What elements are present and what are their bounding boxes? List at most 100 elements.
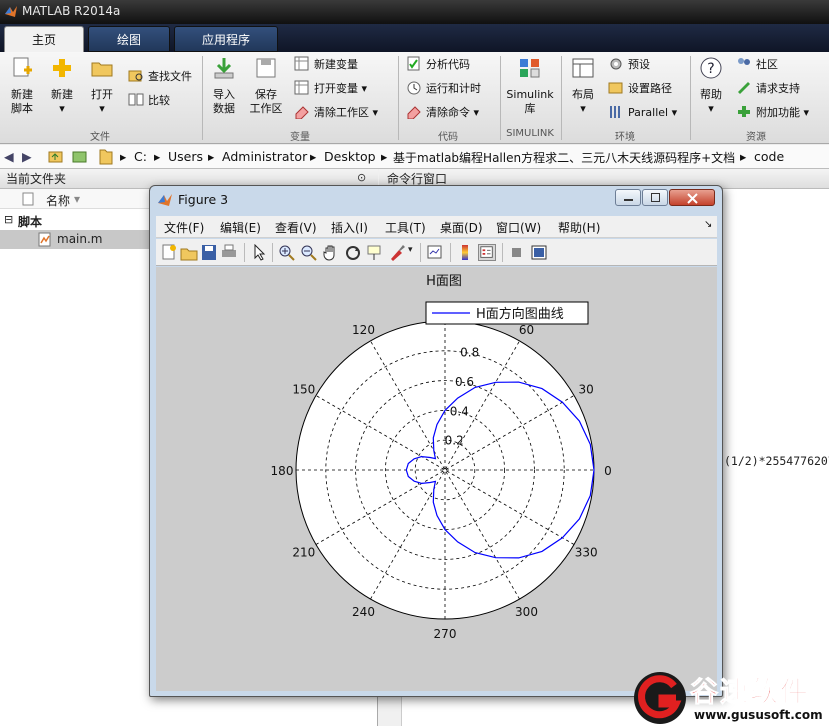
import-arrow-icon	[214, 58, 234, 79]
add-ons-button[interactable]: 附加功能 ▾	[736, 104, 809, 122]
save-workspace-button[interactable]: 保存 工作区	[246, 56, 286, 116]
panel-menu-icon[interactable]: ⊙	[357, 171, 366, 184]
group-simulink-label: SIMULINK	[506, 128, 554, 139]
community-button[interactable]: 社区	[736, 56, 778, 74]
open-variable-button[interactable]: 打开变量 ▾	[294, 80, 367, 98]
data-cursor-icon[interactable]	[366, 244, 384, 261]
chevron-down-icon: ▾	[99, 102, 105, 115]
layout-button[interactable]: 布局 ▾	[566, 56, 600, 116]
menu-insert[interactable]: 插入(I)	[331, 219, 368, 236]
breadcrumb-item[interactable]: code	[754, 149, 784, 164]
zoom-in-icon[interactable]	[278, 244, 296, 261]
figure-titlebar[interactable]: Figure 3	[150, 186, 722, 214]
file-name: main.m	[57, 232, 103, 246]
breadcrumb-sep: ▸	[208, 149, 215, 164]
chevron-down-icon: ▾	[708, 102, 714, 115]
menu-desktop[interactable]: 桌面(D)	[440, 219, 483, 236]
up-folder-icon[interactable]	[48, 149, 64, 164]
tab-plots[interactable]: 绘图	[88, 26, 170, 52]
breadcrumb-item[interactable]: Users	[168, 149, 203, 164]
colorbar-icon[interactable]	[456, 244, 474, 261]
app-title: MATLAB R2014a	[22, 4, 121, 18]
legend-toggle-icon[interactable]	[478, 244, 496, 261]
collapse-icon[interactable]: ⊟	[4, 213, 13, 226]
open-variable-icon	[294, 80, 309, 95]
brush-icon[interactable]	[388, 244, 406, 261]
breadcrumb-item[interactable]: C:	[134, 149, 147, 164]
hide-plot-tools-icon[interactable]	[508, 244, 526, 261]
new-button[interactable]: 新建 ▾	[44, 56, 80, 116]
set-path-button[interactable]: 设置路径	[608, 80, 672, 98]
legend[interactable]: H面方向图曲线	[425, 301, 589, 325]
breadcrumb-item[interactable]: Administrator	[222, 149, 307, 164]
zoom-out-icon[interactable]	[300, 244, 318, 261]
preferences-button[interactable]: 预设	[608, 56, 650, 74]
run-and-time-button[interactable]: 运行和计时	[406, 80, 481, 98]
help-button[interactable]: ? 帮助 ▾	[694, 56, 728, 116]
browse-folder-icon[interactable]	[72, 149, 88, 164]
parallel-label: Parallel	[628, 106, 669, 119]
open-button[interactable]: 打开 ▾	[84, 56, 120, 116]
new-figure-icon[interactable]	[160, 244, 178, 261]
minimize-button[interactable]	[615, 189, 641, 206]
clear-commands-button[interactable]: 清除命令 ▾	[406, 104, 479, 122]
angle-tick-label: 0	[604, 464, 612, 478]
close-button[interactable]	[669, 189, 715, 206]
open-file-icon[interactable]	[180, 244, 198, 261]
menu-view[interactable]: 查看(V)	[275, 219, 317, 236]
print-icon[interactable]	[220, 244, 238, 261]
brand-name: 谷速软件	[689, 675, 811, 709]
menu-window[interactable]: 窗口(W)	[496, 219, 541, 236]
breadcrumb-item[interactable]: 基于matlab编程Hallen方程求二、三元八木天线源码程序+文档	[393, 149, 735, 166]
tab-apps[interactable]: 应用程序	[174, 26, 278, 52]
chevron-down-icon: ▾	[59, 102, 65, 115]
new-variable-button[interactable]: 新建变量	[294, 56, 358, 74]
import-data-button[interactable]: 导入 数据	[206, 56, 242, 116]
support-icon	[738, 82, 750, 94]
angle-tick-label: 60	[519, 323, 534, 337]
dock-arrow-icon[interactable]: ↘	[704, 219, 712, 230]
polar-plot[interactable]: H面图 03060901201501802102402703003300.20.…	[156, 267, 717, 691]
show-plot-tools-icon[interactable]	[530, 244, 548, 261]
clear-commands-label: 清除命令	[426, 106, 470, 119]
compare-label: 比较	[148, 94, 170, 107]
back-icon[interactable]: ◀	[4, 149, 14, 164]
menu-help[interactable]: 帮助(H)	[558, 219, 600, 236]
breadcrumb-sep: ▸	[381, 149, 388, 164]
pan-hand-icon[interactable]	[322, 244, 340, 261]
ribbon-divider	[398, 56, 399, 140]
clear-workspace-button[interactable]: 清除工作区 ▾	[294, 104, 378, 122]
eraser-icon	[407, 106, 421, 119]
forward-icon[interactable]: ▶	[22, 149, 32, 164]
analyze-code-button[interactable]: 分析代码	[406, 56, 470, 74]
menu-edit[interactable]: 编辑(E)	[220, 219, 261, 236]
new-script-button[interactable]: 新建 脚本	[4, 56, 40, 116]
save-icon[interactable]	[200, 244, 218, 261]
group-resources-label: 资源	[746, 132, 766, 143]
maximize-button[interactable]	[642, 189, 668, 206]
find-files-label: 查找文件	[148, 70, 192, 83]
toolbar-divider	[450, 243, 451, 262]
pointer-icon[interactable]	[250, 244, 268, 261]
new-variable-label: 新建变量	[314, 58, 358, 71]
menu-tools[interactable]: 工具(T)	[385, 219, 426, 236]
link-plot-icon[interactable]	[426, 244, 444, 261]
tab-home[interactable]: 主页	[4, 26, 84, 52]
breadcrumb-item[interactable]: Desktop	[324, 149, 376, 164]
request-support-button[interactable]: 请求支持	[736, 80, 800, 98]
figure-window[interactable]: Figure 3 文件(F) 编辑(E) 查看(V) 插入(I) 工具(T) 桌…	[149, 185, 723, 697]
simulink-library-button[interactable]: Simulink 库	[504, 56, 556, 116]
breadcrumb-sep: ▸	[154, 149, 161, 164]
figure-toolbar: ▾	[156, 239, 717, 266]
compare-button[interactable]: 比较	[128, 92, 170, 110]
chevron-down-icon[interactable]: ▾	[408, 245, 413, 255]
parallel-button[interactable]: Parallel ▾	[608, 104, 677, 122]
find-files-button[interactable]: 查找文件	[128, 68, 192, 86]
menu-file[interactable]: 文件(F)	[164, 219, 204, 236]
eraser-icon	[295, 106, 309, 119]
rotate-3d-icon[interactable]	[344, 244, 362, 261]
angle-tick-label: 150	[292, 383, 315, 397]
address-bar: ◀ ▶ ▸ C: ▸ Users ▸ Administrator ▸ Deskt…	[0, 145, 829, 169]
figure-canvas[interactable]: H面图 03060901201501802102402703003300.20.…	[156, 267, 717, 691]
name-column-header[interactable]: 名称	[46, 192, 70, 209]
